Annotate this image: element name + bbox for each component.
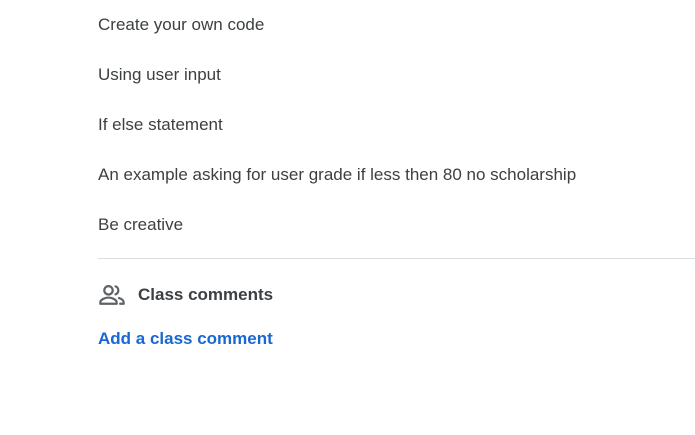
add-class-comment-link[interactable]: Add a class comment <box>98 329 273 349</box>
instruction-line: Be creative <box>98 215 184 234</box>
class-comments-title: Class comments <box>138 285 274 304</box>
instruction-line: If else statement <box>98 115 223 134</box>
instruction-line: Create your own code <box>98 15 265 34</box>
class-comments-header: Class comments <box>98 280 273 310</box>
section-divider <box>98 258 695 259</box>
people-icon <box>99 285 125 305</box>
instruction-line: An example asking for user grade if less… <box>98 165 577 184</box>
instruction-line: Using user input <box>98 65 221 84</box>
